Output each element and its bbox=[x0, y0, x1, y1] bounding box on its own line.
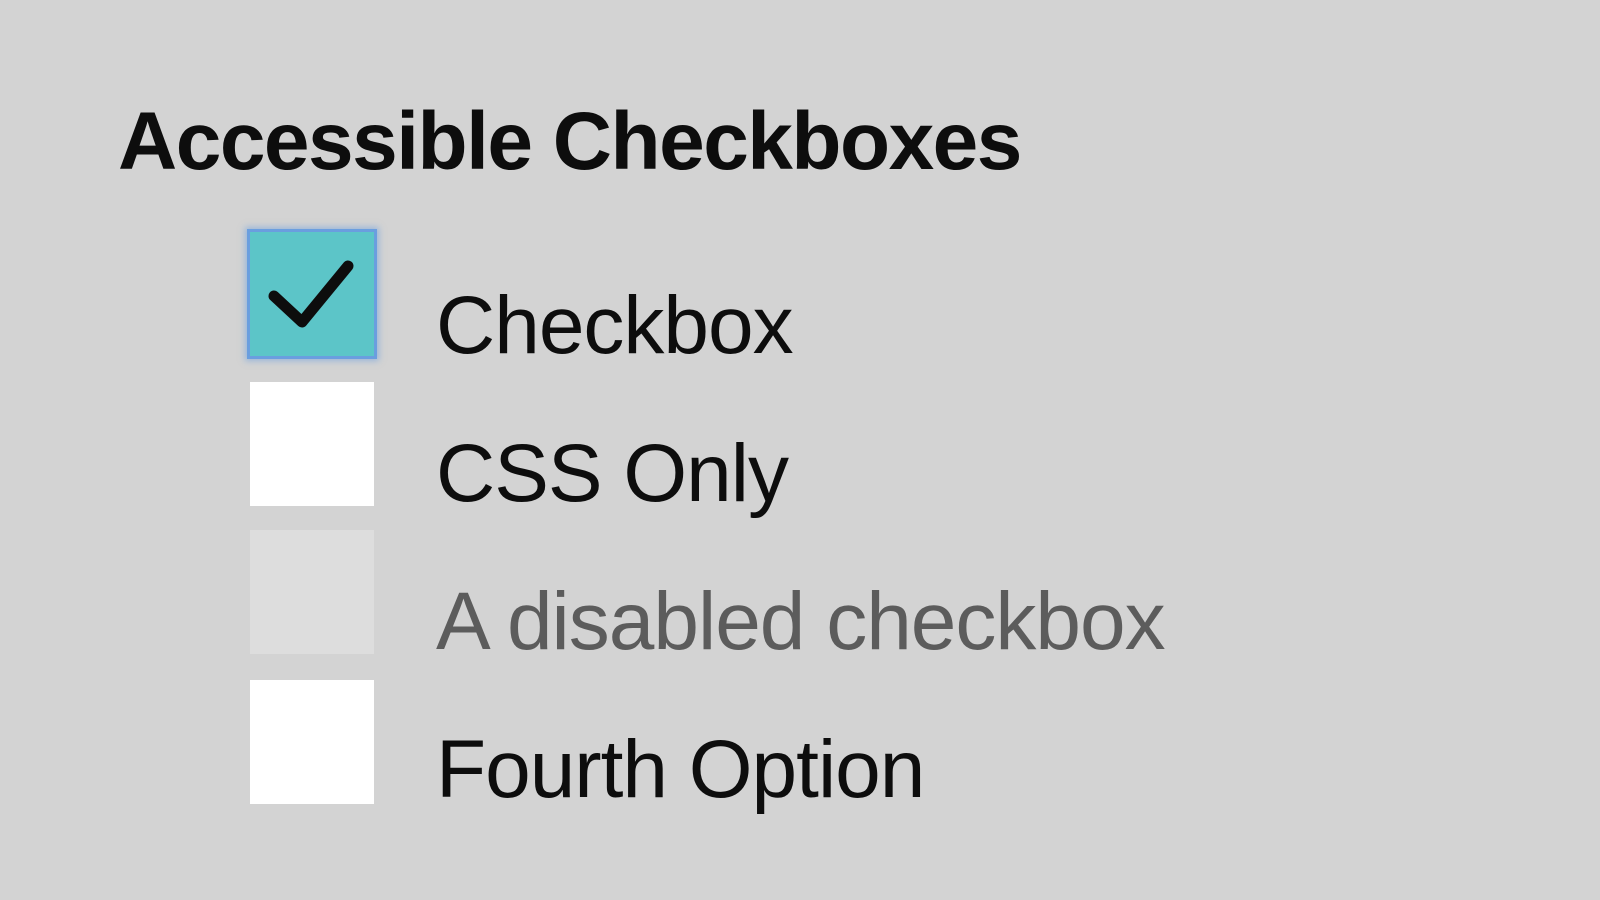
checkbox-control-unchecked[interactable] bbox=[250, 382, 374, 506]
checkbox-label: CSS Only bbox=[436, 428, 789, 519]
checkbox-panel: Accessible Checkboxes Checkbox CSS Only … bbox=[0, 0, 1600, 900]
checkbox-label: Checkbox bbox=[436, 280, 794, 371]
checkbox-option-checkbox[interactable]: Checkbox bbox=[247, 229, 1450, 371]
checkbox-option-fourth[interactable]: Fourth Option bbox=[250, 680, 1450, 815]
checkbox-control-checked[interactable] bbox=[247, 229, 377, 359]
checkbox-label-disabled: A disabled checkbox bbox=[436, 576, 1166, 667]
page-title: Accessible Checkboxes bbox=[118, 96, 1022, 187]
checkbox-control-disabled bbox=[250, 530, 374, 654]
checkbox-option-css-only[interactable]: CSS Only bbox=[250, 382, 1450, 519]
checkbox-control-unchecked[interactable] bbox=[250, 680, 374, 804]
checkbox-option-disabled: A disabled checkbox bbox=[250, 530, 1450, 667]
checkmark-icon bbox=[268, 260, 354, 328]
checkbox-label: Fourth Option bbox=[436, 724, 925, 815]
